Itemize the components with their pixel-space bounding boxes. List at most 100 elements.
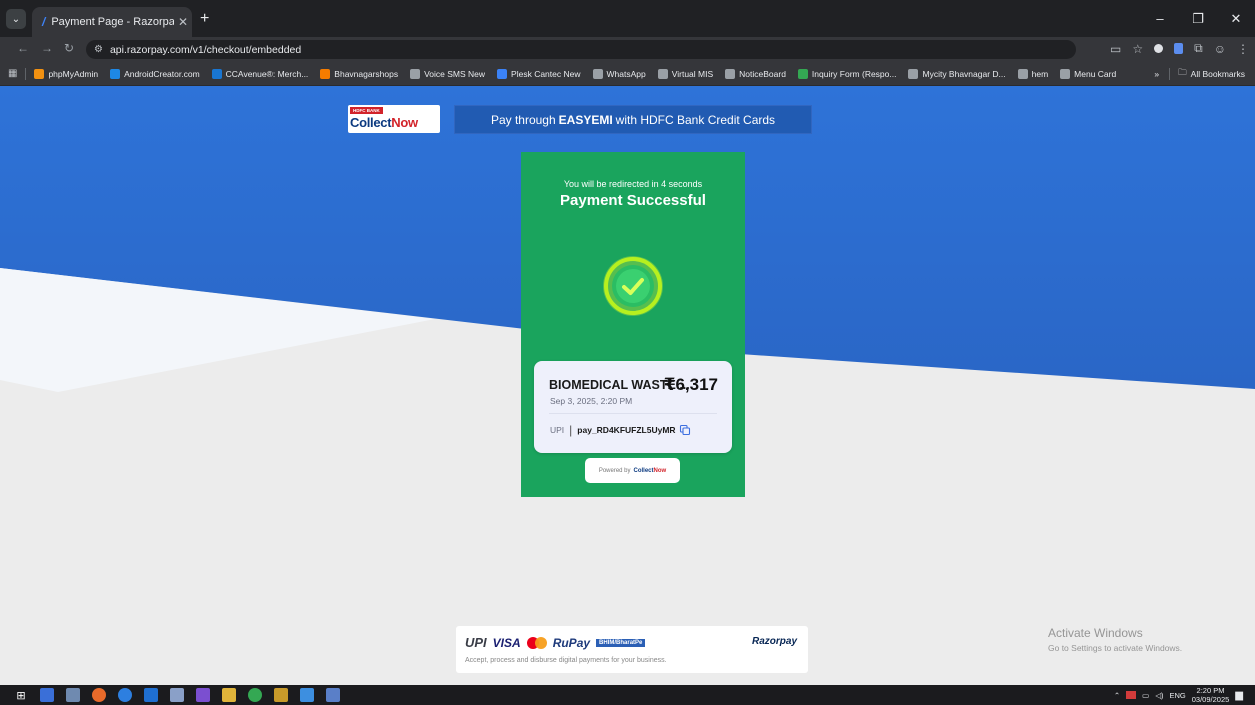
powered-brand-collect: Collect [633, 467, 654, 474]
bookmarks-right: » 🗀 All Bookmarks [1154, 62, 1245, 85]
back-arrow-icon[interactable]: ← [14, 41, 32, 55]
bookmark-label: Mycity Bhavnagar D... [922, 68, 1006, 79]
bookmark-item[interactable]: Menu Card [1060, 68, 1116, 79]
payment-method-row: UPI | pay_RD4KFUFZL5UyMR [550, 423, 691, 437]
profile-avatar-icon[interactable]: ☺ [1214, 42, 1226, 56]
start-icon[interactable]: ⊞ [14, 688, 28, 702]
banner-text-after: with HDFC Bank Credit Cards [615, 112, 776, 127]
task-view-icon[interactable] [40, 688, 54, 702]
bookmark-item[interactable]: Mycity Bhavnagar D... [908, 68, 1006, 79]
bookmarks-divider [25, 67, 27, 80]
restore-icon[interactable]: ❐ [1179, 11, 1217, 27]
bookmark-item[interactable]: WhatsApp [592, 68, 646, 79]
network-icon[interactable]: ▭ [1142, 691, 1149, 700]
bookmark-item[interactable]: CCAvenue®: Merch... [211, 68, 309, 79]
bookmark-star-icon[interactable]: ☆ [1132, 42, 1143, 56]
bookmark-item[interactable]: hem [1017, 68, 1049, 79]
footer-tagline: Accept, process and disburse digital pay… [465, 657, 667, 664]
collectnow-logo: HDFC BANK CollectNow [348, 105, 440, 133]
windows-taskbar: ⊞ ⌃ ▭ ◁) ENG 2:20 PM 03/09/2025 ▆ [0, 685, 1255, 705]
tab-close-icon[interactable]: ✕ [174, 15, 192, 29]
php-icon [34, 68, 45, 79]
bhavnagarshops-icon [320, 68, 331, 79]
extension-blue-icon[interactable] [1174, 43, 1184, 54]
tab-title: Payment Page - Razorpay [51, 16, 174, 28]
payment-status-title: Payment Successful [560, 192, 706, 209]
reload-icon[interactable]: ↻ [60, 41, 78, 55]
bookmark-item[interactable]: phpMyAdmin [34, 68, 98, 79]
powered-brand-now: Now [653, 467, 667, 474]
easyemi-banner[interactable]: Pay through EASYEMI with HDFC Bank Credi… [454, 105, 812, 134]
minimize-icon[interactable]: – [1141, 11, 1179, 26]
site-info-icon[interactable]: ⚙ [94, 44, 103, 55]
visual-studio-icon[interactable] [196, 688, 210, 702]
visa-logo: VISA [492, 635, 521, 650]
clock-time: 2:20 PM [1196, 686, 1225, 695]
android-creator-icon [110, 68, 121, 79]
bookmark-label: CCAvenue®: Merch... [225, 68, 309, 79]
globe-icon [725, 68, 736, 79]
extensions-puzzle-icon[interactable]: ⧉ [1194, 41, 1203, 56]
system-tray: ⌃ ▭ ◁) ENG 2:20 PM 03/09/2025 ▆ [1114, 686, 1243, 704]
volume-icon[interactable]: ◁) [1155, 691, 1163, 700]
ccavenue-icon [211, 68, 222, 79]
brand-collect-text: Collect [350, 115, 392, 130]
clock[interactable]: 2:20 PM 03/09/2025 [1192, 686, 1230, 704]
file-manager-icon[interactable] [66, 688, 80, 702]
bookmark-item[interactable]: Voice SMS New [410, 68, 485, 79]
powered-by-badge: Powered by CollectNow [585, 458, 680, 483]
banner-text-bold: EASYEMI [558, 112, 613, 127]
address-bar: ← → ↻ ⚙ api.razorpay.com/v1/checkout/emb… [0, 37, 1255, 62]
tray-chevron-icon[interactable]: ⌃ [1114, 691, 1120, 700]
new-tab-button[interactable]: + [200, 11, 209, 27]
payment-datetime: Sep 3, 2025, 2:20 PM [550, 396, 633, 406]
details-divider [549, 413, 717, 414]
forward-arrow-icon[interactable]: → [38, 41, 56, 55]
copy-icon[interactable] [679, 424, 691, 436]
brand-now-text: Now [391, 115, 418, 130]
url-field[interactable]: ⚙ api.razorpay.com/v1/checkout/embedded [86, 40, 1076, 59]
firefox-icon[interactable] [92, 688, 106, 702]
taskbar-apps: ⊞ [14, 688, 340, 702]
language-indicator[interactable]: ENG [1169, 691, 1185, 700]
notifications-icon[interactable]: ▆ [1235, 690, 1243, 701]
bookmark-item[interactable]: Plesk Cantec New [497, 68, 581, 79]
app-doc-icon[interactable] [170, 688, 184, 702]
payment-methods-footer: UPI VISA RuPay BHIM/BharatPe Razorpay Ac… [456, 626, 808, 673]
tab-search-button[interactable]: ⌄ [6, 9, 26, 29]
bookmark-item[interactable]: Inquiry Form (Respo... [797, 68, 897, 79]
payment-id: pay_RD4KFUFZL5UyMR [577, 425, 676, 435]
tray-app-icon[interactable] [1126, 691, 1137, 699]
tab-payment-page[interactable]: / Payment Page - Razorpay ✕ [32, 7, 192, 37]
all-bookmarks-link[interactable]: All Bookmarks [1191, 69, 1245, 79]
close-window-icon[interactable]: ✕ [1217, 11, 1255, 27]
bookmark-label: Virtual MIS [671, 68, 714, 79]
bookmark-label: Inquiry Form (Respo... [811, 68, 897, 79]
more-bookmarks-icon[interactable]: » [1154, 69, 1159, 79]
bookmark-label: hem [1031, 68, 1049, 79]
razorpay-logo: Razorpay [751, 636, 797, 647]
app-calc-icon[interactable] [326, 688, 340, 702]
bookmark-item[interactable]: Bhavnagarshops [320, 68, 398, 79]
app-feather-icon[interactable] [300, 688, 314, 702]
app-tools-icon[interactable] [274, 688, 288, 702]
upi-logo: UPI [465, 635, 487, 650]
bookmark-item[interactable]: AndroidCreator.com [110, 68, 200, 79]
payment-logos: UPI VISA RuPay BHIM/BharatPe [465, 635, 646, 650]
method-separator: | [569, 423, 573, 437]
chrome-icon[interactable] [248, 688, 262, 702]
bookmark-item[interactable]: NoticeBoard [725, 68, 786, 79]
payment-status-card: You will be redirected in 4 seconds Paym… [521, 152, 745, 497]
folder-app-icon[interactable] [222, 688, 236, 702]
reading-mode-icon[interactable]: ▭ [1110, 42, 1121, 56]
clock-date: 03/09/2025 [1191, 695, 1230, 704]
more-menu-icon[interactable]: ⋮ [1237, 42, 1249, 56]
bookmark-item[interactable]: Virtual MIS [657, 68, 714, 79]
app-blue-icon[interactable] [144, 688, 158, 702]
bookmark-label: WhatsApp [606, 68, 646, 79]
browser-icon[interactable] [118, 688, 132, 702]
watermark-line1: Activate Windows [1048, 626, 1143, 640]
apps-grid-icon[interactable]: ▦ [8, 68, 17, 79]
extension-icon[interactable] [1154, 44, 1164, 53]
checkout-page: HDFC BANK CollectNow Pay through EASYEMI… [0, 86, 1255, 685]
